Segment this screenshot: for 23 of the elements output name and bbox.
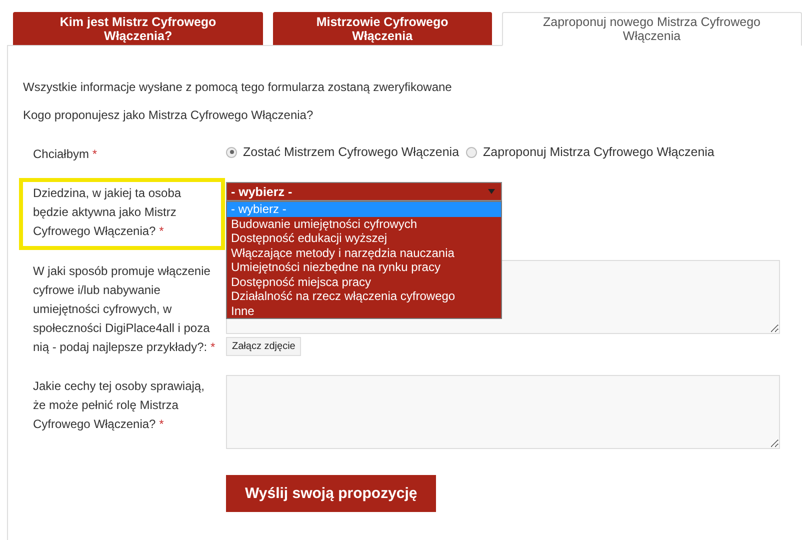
caret-icon (488, 189, 495, 194)
tab[interactable]: Mistrzowie Cyfrowego Włączenia (273, 12, 492, 45)
tab[interactable]: Zaproponuj nowego Mistrza Cyfrowego Włączenia (502, 12, 802, 46)
field-label: Chciałbym * (32, 146, 98, 163)
intro-text: Wszystkie informacje wysłane z pomocą tego formularza zostaną zweryfikowane (23, 80, 453, 95)
radio-label[interactable]: Zostać Mistrzem Cyfrowego Włączenia (243, 145, 460, 159)
dropdown-option[interactable]: Dostępność edukacji wyższej (227, 231, 501, 246)
radio-label[interactable]: Zaproponuj Mistrza Cyfrowego Włączenia (483, 145, 714, 159)
dropdown-option[interactable]: Dostępność miejsca pracy (227, 274, 501, 289)
tab[interactable]: Kim jest Mistrz Cyfrowego Włączenia? (13, 12, 264, 45)
field-label: W jaki sposób promuje włączenie cyfrowe i/lub nabywanie umiejętności cyfrowych, w społeczności DigiPlace4all i poza nią - podaj najlepsze przykłady?: * (32, 263, 216, 356)
dropdown-option[interactable]: Umiejętności niezbędne na rynku pracy (227, 260, 501, 274)
radio-button[interactable] (226, 146, 237, 158)
field-label: Jakie cechy tej osoby sprawiają, że może pełnić rolę Mistrza Cyfrowego Włączenia? * (32, 378, 206, 433)
submit-button[interactable]: Wyślij swoją propozycję (226, 475, 436, 512)
dropdown-option[interactable]: Budowanie umiejętności cyfrowych (227, 216, 501, 231)
dropdown-option[interactable]: Włączające metody i narzędzia nauczania (227, 246, 501, 260)
radio-button[interactable] (466, 146, 478, 158)
intro-text: Kogo proponujesz jako Mistrza Cyfrowego Włączenia? (23, 108, 314, 123)
attach-photo-button[interactable]: Załącz zdjęcie (226, 337, 302, 356)
dropdown-option[interactable]: Działalność na rzecz włączenia cyfrowego (227, 289, 501, 304)
select-dropdown[interactable]: - wybierz - (226, 182, 502, 201)
dropdown-option[interactable]: Inne (227, 304, 501, 318)
